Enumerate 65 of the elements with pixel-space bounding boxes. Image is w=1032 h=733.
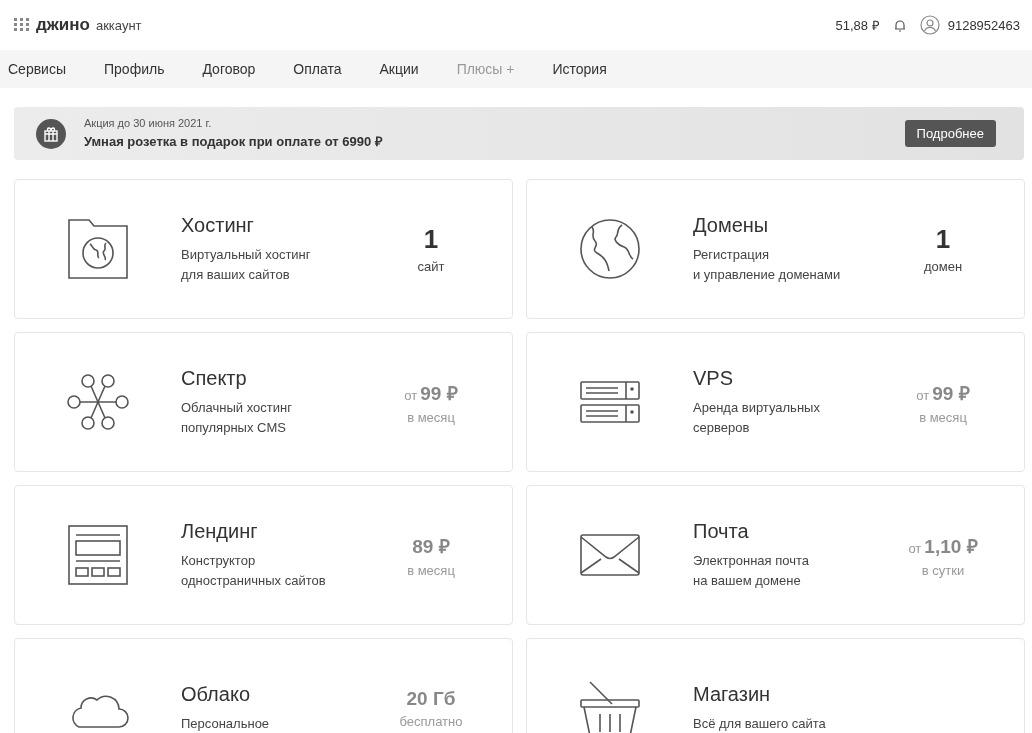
globe-icon xyxy=(580,219,640,279)
nav-tab[interactable]: Оплата xyxy=(293,61,360,77)
promo-text: Умная розетка в подарок при оплате от 6990 ₽ xyxy=(84,133,384,150)
price-period: в месяц xyxy=(919,409,967,425)
logo[interactable]: джино xyxy=(36,15,90,35)
basket-icon xyxy=(580,680,640,733)
price-prefix: от xyxy=(916,387,930,403)
service-count: 1 xyxy=(935,224,951,254)
service-description: Конструктор одностраничных сайтов xyxy=(181,551,327,590)
service-description: Облачный хостинг популярных CMS xyxy=(181,398,293,437)
service-title: Спектр xyxy=(181,366,248,390)
service-card[interactable]: Лендинг Конструктор одностраничных сайтов 89 ₽ в месяц xyxy=(14,485,513,625)
gift-icon xyxy=(36,118,66,149)
service-description: Всё для вашего сайта xyxy=(693,714,827,733)
service-card[interactable]: Облако Персональное 20 Гб бесплатно xyxy=(14,638,513,733)
service-card[interactable]: VPS Аренда виртуальных серверов от 99 ₽ в месяц xyxy=(526,332,1025,472)
service-card[interactable]: Спектр Облачный хостинг популярных CMS от 99 ₽ в месяц xyxy=(14,332,513,472)
service-description: Аренда виртуальных серверов xyxy=(693,398,821,437)
price-period: в месяц xyxy=(407,409,455,425)
details-button[interactable]: Подробнее xyxy=(904,120,996,147)
service-card[interactable]: Домены Регистрация и управление доменами 1 домен xyxy=(526,179,1025,319)
service-description: Регистрация и управление доменами xyxy=(693,245,842,284)
service-price: 99 ₽ xyxy=(932,382,970,404)
price-prefix: от xyxy=(908,540,922,556)
service-price: 20 Гб xyxy=(406,687,456,709)
nav-tab[interactable]: Акции xyxy=(379,61,437,77)
logo-suffix: аккаунт xyxy=(95,17,142,33)
price-period: в сутки xyxy=(921,562,965,578)
nav-tab[interactable]: Договор xyxy=(202,61,274,77)
service-title: Домены xyxy=(693,213,770,237)
service-description: Персональное xyxy=(181,714,271,733)
folder-globe-icon xyxy=(68,219,128,279)
service-description: Электронная почта на вашем домене xyxy=(693,551,810,590)
envelope-icon xyxy=(580,534,640,576)
account-number[interactable]: 9128952463 xyxy=(947,17,1020,33)
service-count: 1 xyxy=(423,224,439,254)
nav-tab[interactable]: Сервисы xyxy=(8,61,84,77)
service-card[interactable]: Хостинг Виртуальный хостинг для ваших сайтов 1 сайт xyxy=(14,179,513,319)
service-description: Виртуальный хостинг для ваших сайтов xyxy=(181,245,312,284)
service-title: Лендинг xyxy=(181,519,259,543)
landing-page-icon xyxy=(68,525,128,585)
service-card[interactable]: Почта Электронная почта на вашем домене от 1,10 ₽ в сутки xyxy=(526,485,1025,625)
nav-tab[interactable]: Профиль xyxy=(104,61,183,77)
price-period: в месяц xyxy=(407,562,455,578)
service-price: 1,10 ₽ xyxy=(924,535,978,557)
service-card[interactable]: Магазин Всё для вашего сайта xyxy=(526,638,1025,733)
nav-tab[interactable]: История xyxy=(552,61,625,77)
count-unit: домен xyxy=(923,259,963,274)
promo-date: Акция до 30 июня 2021 г. xyxy=(84,117,213,129)
bell-icon[interactable] xyxy=(893,18,906,32)
apps-grid-icon[interactable] xyxy=(14,18,30,32)
server-icon xyxy=(580,381,640,423)
service-title: Почта xyxy=(693,519,750,543)
service-price: 89 ₽ xyxy=(412,535,450,557)
price-period: бесплатно xyxy=(399,713,463,729)
network-icon xyxy=(67,373,129,431)
balance[interactable]: 51,88 ₽ xyxy=(835,16,880,34)
count-unit: сайт xyxy=(417,259,445,274)
service-price: 99 ₽ xyxy=(420,382,458,404)
service-title: Хостинг xyxy=(181,213,255,237)
service-title: VPS xyxy=(693,366,735,390)
user-avatar-icon[interactable] xyxy=(919,15,940,35)
service-title: Облако xyxy=(181,682,251,706)
service-title: Магазин xyxy=(693,682,772,706)
price-prefix: от xyxy=(404,387,418,403)
